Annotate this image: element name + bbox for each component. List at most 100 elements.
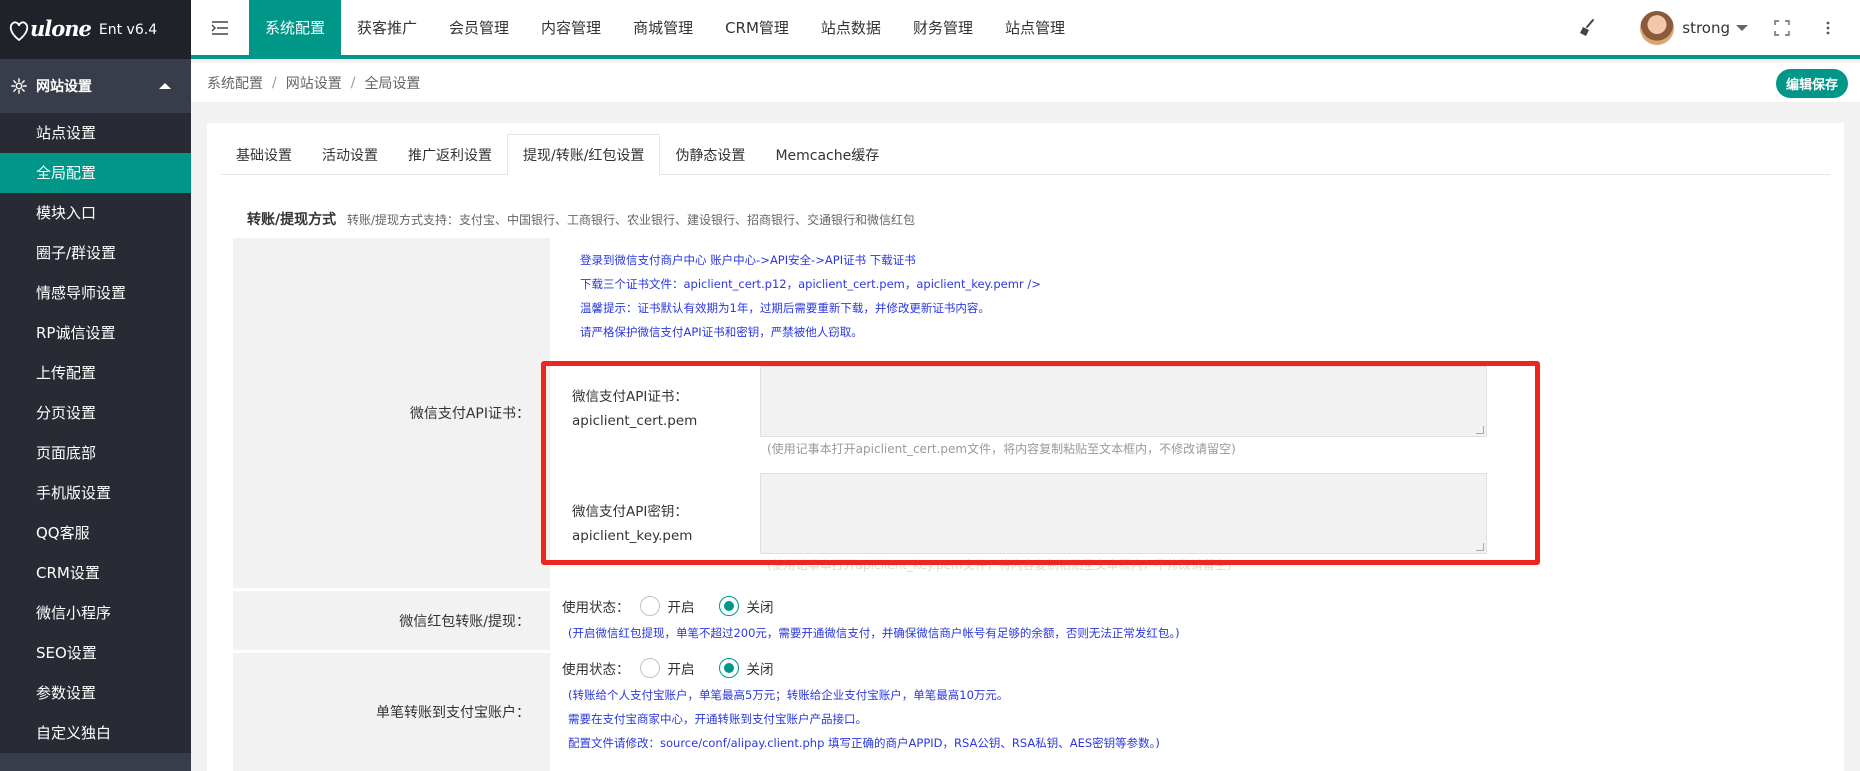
- alipay-note-1: (转账给个人支付宝账户，单笔最高5万元；转账给企业支付宝账户，单笔最高10万元。: [568, 688, 1009, 702]
- topnav-system-config[interactable]: 系统配置: [249, 0, 342, 55]
- cert-textarea[interactable]: [760, 366, 1487, 437]
- breadcrumb-item-global-settings: 全局设置: [364, 75, 421, 92]
- sidebar-item-footer[interactable]: 页面底部: [0, 433, 191, 473]
- sidebar-item-global-config[interactable]: 全局配置: [0, 153, 191, 193]
- breadcrumb: 系统配置 / 网站设置 / 全局设置 编辑保存: [191, 63, 1860, 103]
- alipay-off-label: 关闭: [746, 662, 774, 678]
- topnav-site-management[interactable]: 站点管理: [989, 0, 1081, 55]
- key-textarea[interactable]: [760, 473, 1487, 554]
- sidebar-item-mobile[interactable]: 手机版设置: [0, 473, 191, 513]
- sidebar-item-crm[interactable]: CRM设置: [0, 553, 191, 593]
- tab-withdraw-transfer-redpack[interactable]: 提现/转账/红包设置: [507, 134, 661, 176]
- save-button[interactable]: 编辑保存: [1775, 69, 1848, 98]
- sidebar-item-mini-program[interactable]: 微信小程序: [0, 593, 191, 633]
- alipay-radio-off[interactable]: 关闭: [718, 658, 774, 678]
- breadcrumb-item-website-settings[interactable]: 网站设置: [286, 73, 342, 93]
- topnav-customer-acquisition[interactable]: 获客推广: [341, 0, 433, 55]
- key-field-label: 微信支付API密钥： apiclient_key.pem: [572, 500, 692, 548]
- heart-logo-icon: [9, 21, 29, 42]
- username[interactable]: strong: [1682, 19, 1730, 37]
- redpack-radio-off[interactable]: 关闭: [718, 596, 774, 616]
- chevron-down-icon[interactable]: [1736, 24, 1748, 31]
- radio-checked-icon[interactable]: [718, 658, 739, 678]
- sidebar-group-website-settings[interactable]: 网站设置: [0, 59, 191, 113]
- user-avatar[interactable]: [1640, 10, 1675, 45]
- redpack-label: 微信红包转账/提现：: [399, 613, 530, 630]
- radio-checked-icon[interactable]: [718, 596, 739, 616]
- sidebar-item-pagination[interactable]: 分页设置: [0, 393, 191, 433]
- redpack-status-label: 使用状态：: [562, 600, 630, 616]
- tab-activity-settings[interactable]: 活动设置: [307, 134, 393, 175]
- wechat-cert-note-2: 下载三个证书文件：apiclient_cert.p12，apiclient_ce…: [580, 277, 1041, 291]
- sidebar-item-rp-credit[interactable]: RP诚信设置: [0, 313, 191, 353]
- alipay-status: 使用状态： 开启 关闭: [562, 658, 798, 678]
- top-right-tools: strong: [1578, 0, 1860, 55]
- redpack-note: (开启微信红包提现，单笔不超过200元，需要开通微信支付，并确保微信商户帐号有足…: [568, 626, 1180, 640]
- radio-unchecked-icon[interactable]: [639, 596, 660, 616]
- settings-tabs: 基础设置 活动设置 推广返利设置 提现/转账/红包设置 伪静态设置 Memcac…: [221, 134, 1830, 176]
- sidebar-item-circle-group[interactable]: 圈子/群设置: [0, 233, 191, 273]
- topnav-finance-management[interactable]: 财务管理: [897, 0, 989, 55]
- cert-field-label-line1: 微信支付API证书：: [572, 389, 688, 405]
- topnav-site-data[interactable]: 站点数据: [805, 0, 897, 55]
- caret-up-icon: [159, 83, 171, 89]
- topnav-member-management[interactable]: 会员管理: [433, 0, 525, 55]
- logo[interactable]: ulone Ent v6.4: [0, 0, 191, 59]
- section-title: 转账/提现方式 转账/提现方式支持：支付宝、中国银行、工商银行、农业银行、建设银…: [247, 209, 915, 229]
- alipay-on-label: 开启: [667, 662, 695, 678]
- cert-field-label: 微信支付API证书： apiclient_cert.pem: [572, 385, 697, 433]
- fullscreen-icon[interactable]: [1774, 19, 1790, 36]
- sidebar-item-seo[interactable]: SEO设置: [0, 633, 191, 673]
- tab-basic-settings[interactable]: 基础设置: [221, 134, 307, 175]
- sidebar-item-module-entry[interactable]: 模块入口: [0, 193, 191, 233]
- tab-pseudo-static[interactable]: 伪静态设置: [660, 134, 760, 175]
- radio-unchecked-icon[interactable]: [639, 658, 660, 678]
- topnav-content-management[interactable]: 内容管理: [525, 0, 617, 55]
- top-nav: 系统配置 获客推广 会员管理 内容管理 商城管理 CRM管理 站点数据 财务管理…: [249, 0, 1081, 55]
- alipay-label: 单笔转账到支付宝账户：: [376, 705, 530, 721]
- key-hint: (使用记事本打开apiclient_key.pem文件，将内容复制粘贴至文本框内…: [767, 558, 1232, 572]
- redpack-on-label: 开启: [667, 600, 695, 616]
- tab-promotion-rebate[interactable]: 推广返利设置: [393, 134, 507, 175]
- topnav-crm-management[interactable]: CRM管理: [709, 0, 805, 55]
- section-subtitle: 转账/提现方式支持：支付宝、中国银行、工商银行、农业银行、建设银行、招商银行、交…: [347, 213, 916, 227]
- alipay-note-2: 需要在支付宝商家中心，开通转账到支付宝账户产品接口。: [568, 712, 867, 726]
- section-title-text: 转账/提现方式: [247, 212, 337, 228]
- sidebar-item-custom-monologue[interactable]: 自定义独白: [0, 713, 191, 753]
- key-field-label-line1: 微信支付API密钥：: [572, 504, 688, 520]
- settings-card: 基础设置 活动设置 推广返利设置 提现/转账/红包设置 伪静态设置 Memcac…: [207, 123, 1844, 771]
- top-header: 系统配置 获客推广 会员管理 内容管理 商城管理 CRM管理 站点数据 财务管理…: [191, 0, 1860, 59]
- resize-grip-icon[interactable]: [1476, 543, 1484, 551]
- sidebar: ulone Ent v6.4 网站设置 站点设置 全局配置 模块入口 圈子/群设…: [0, 0, 191, 771]
- app-version: Ent v6.4: [98, 21, 158, 38]
- sidebar-item-mentor[interactable]: 情感导师设置: [0, 273, 191, 313]
- wechat-cert-label: 微信支付API证书：: [409, 406, 530, 422]
- alipay-note-3: 配置文件请修改：source/conf/alipay.client.php 填写…: [568, 736, 1160, 750]
- alipay-status-label: 使用状态：: [562, 662, 630, 678]
- wechat-cert-note-1: 登录到微信支付商户中心 账户中心->API安全->API证书 下载证书: [580, 253, 916, 267]
- menu-toggle-button[interactable]: [191, 0, 249, 55]
- broom-clear-cache-icon[interactable]: [1578, 18, 1598, 38]
- logo-text: ulone: [30, 15, 92, 41]
- breadcrumb-item-system-config[interactable]: 系统配置: [207, 73, 263, 93]
- sidebar-item-site-settings[interactable]: 站点设置: [0, 113, 191, 153]
- breadcrumb-separator: /: [272, 74, 277, 91]
- redpack-radio-on[interactable]: 开启: [639, 596, 695, 616]
- wechat-cert-row-label: 微信支付API证书：: [233, 238, 550, 588]
- cert-hint: (使用记事本打开apiclient_cert.pem文件，将内容复制粘贴至文本框…: [767, 442, 1236, 456]
- redpack-off-label: 关闭: [746, 600, 774, 616]
- alipay-radio-on[interactable]: 开启: [639, 658, 695, 678]
- logo-mark: ulone: [8, 15, 92, 44]
- sidebar-item-qq-service[interactable]: QQ客服: [0, 513, 191, 553]
- topnav-mall-management[interactable]: 商城管理: [617, 0, 709, 55]
- resize-grip-icon[interactable]: [1476, 426, 1484, 434]
- wechat-cert-note-4: 请严格保护微信支付API证书和密钥，严禁被他人窃取。: [580, 325, 863, 339]
- breadcrumb-separator: /: [350, 74, 356, 91]
- menu-fold-icon: [211, 20, 228, 35]
- tab-memcache[interactable]: Memcache缓存: [760, 134, 894, 175]
- sidebar-item-upload[interactable]: 上传配置: [0, 353, 191, 393]
- sidebar-item-params[interactable]: 参数设置: [0, 673, 191, 713]
- key-field-label-line2: apiclient_key.pem: [572, 528, 693, 544]
- alipay-row-label: 单笔转账到支付宝账户：: [233, 653, 550, 771]
- more-vertical-icon[interactable]: [1820, 20, 1836, 36]
